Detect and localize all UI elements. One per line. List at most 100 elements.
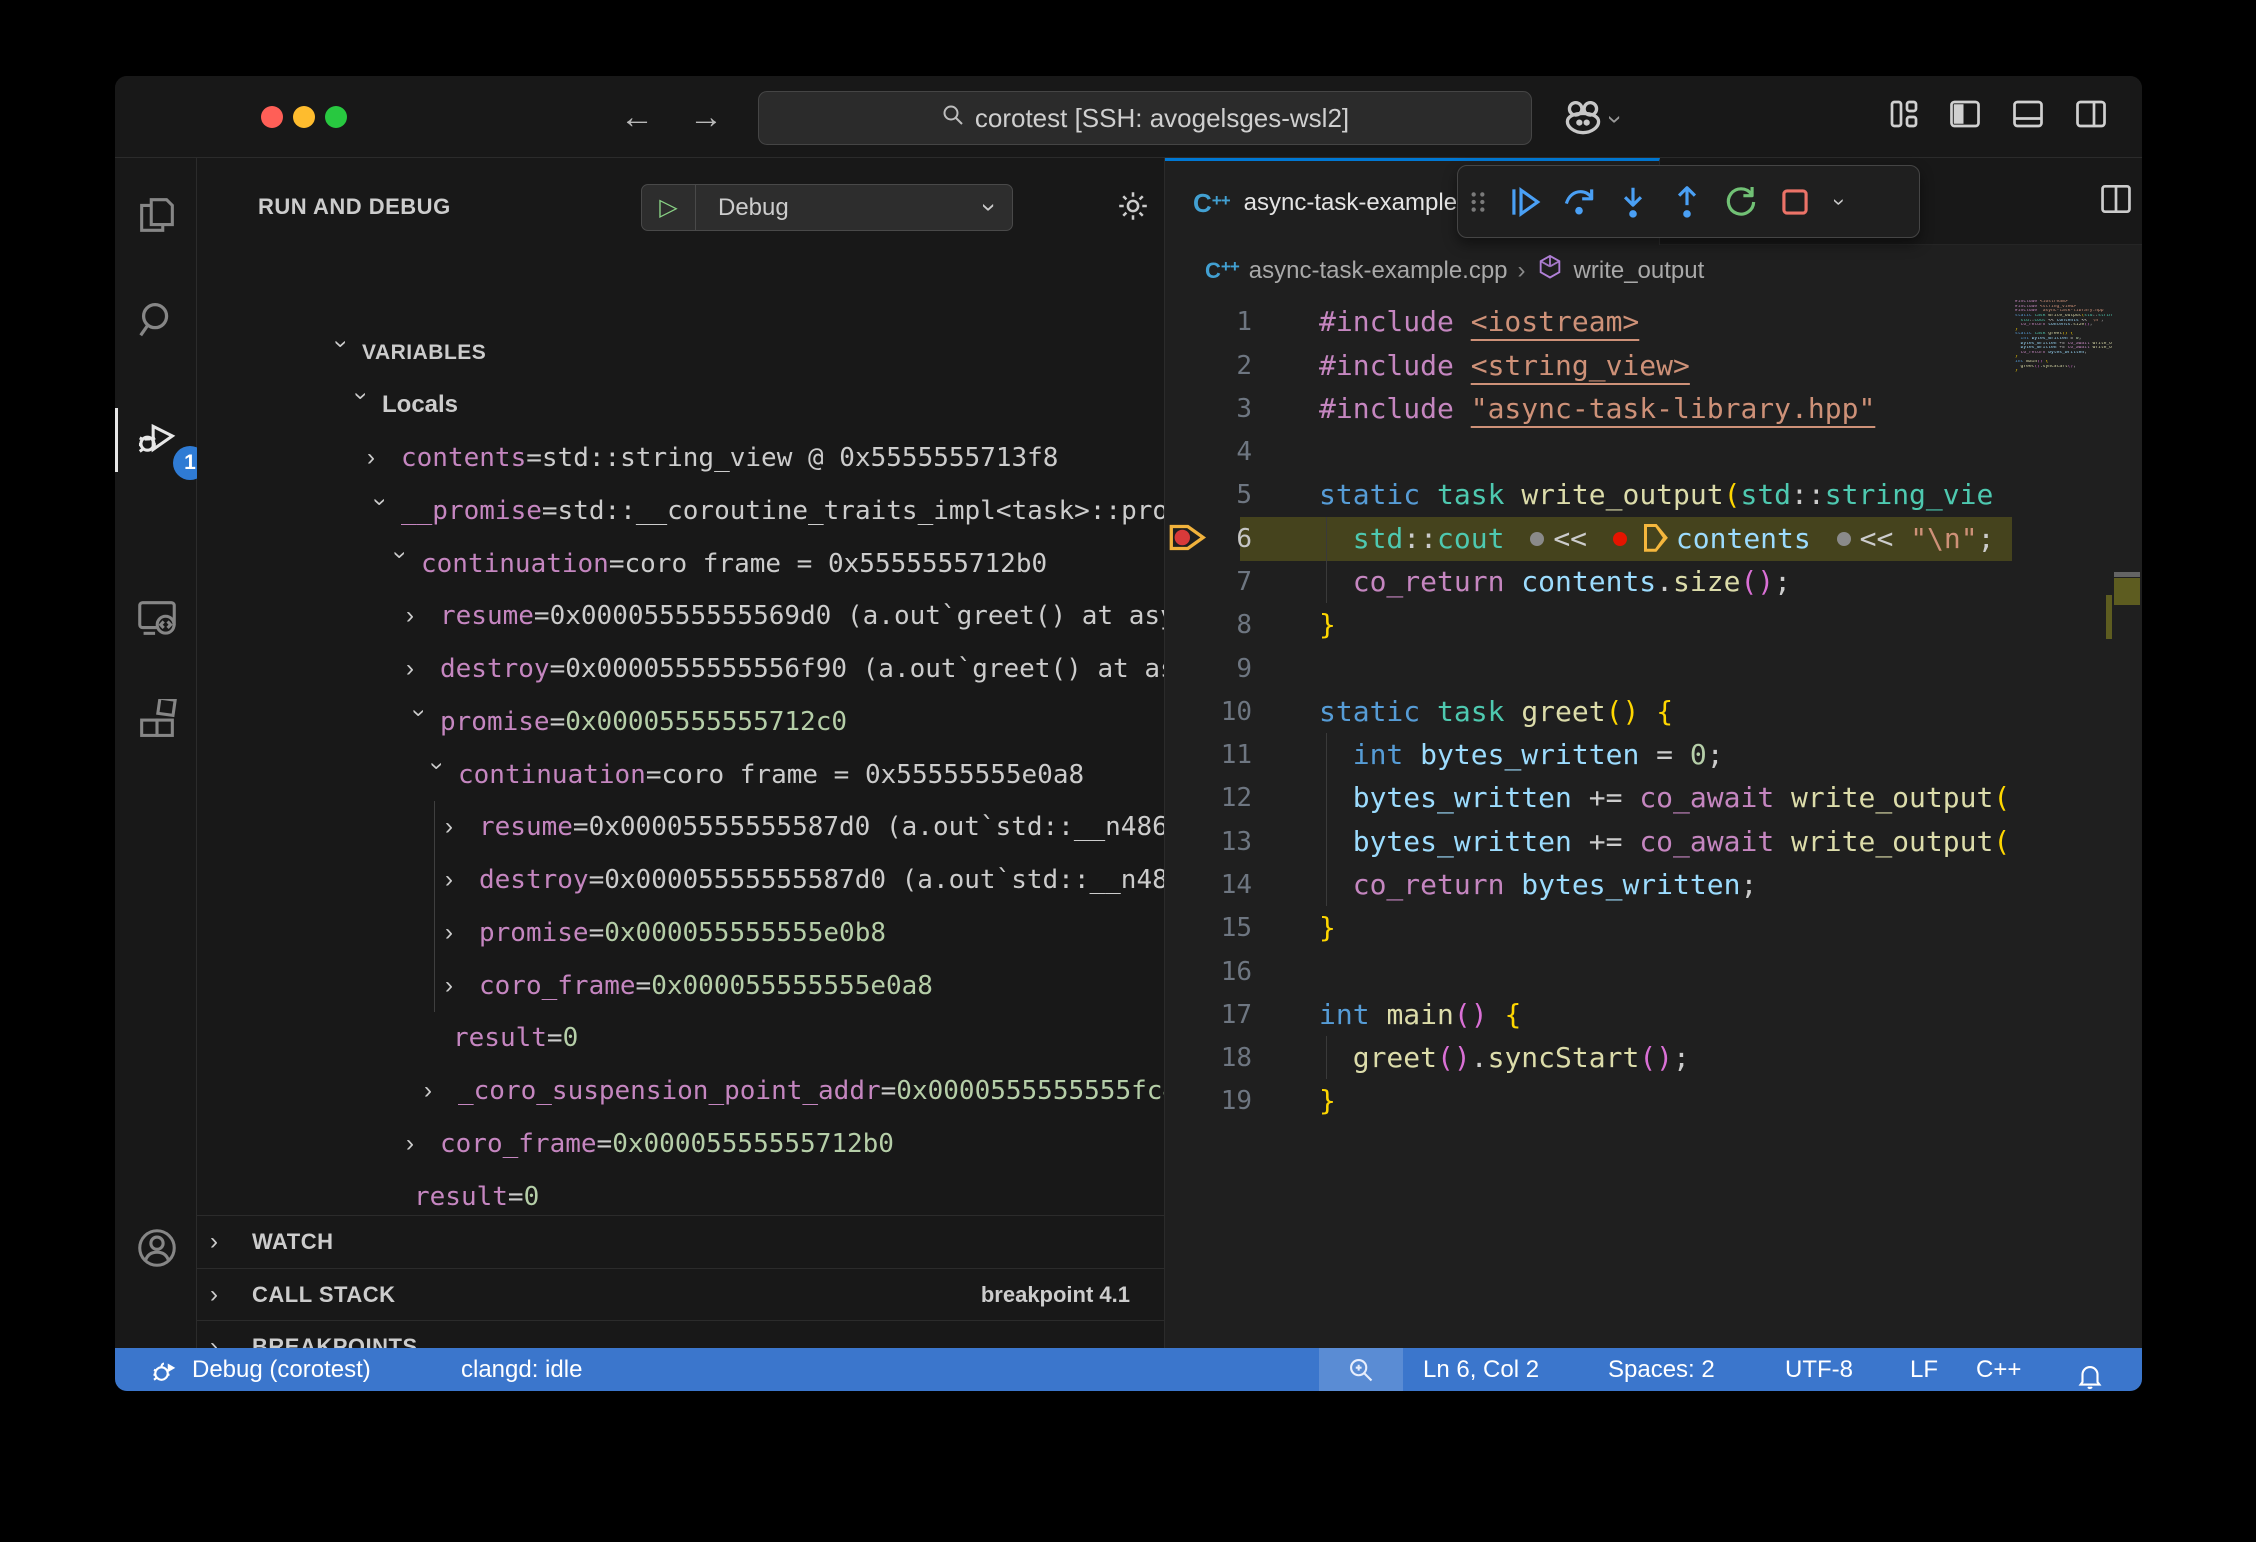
tree-section-locals[interactable]: ›Locals [348, 379, 458, 432]
code-line[interactable]: } [1319, 603, 2012, 647]
line-number[interactable]: 9 [1175, 647, 1252, 691]
variable-row[interactable]: ›continuation = coro frame = 0x55555555e… [424, 748, 1084, 801]
code-line[interactable]: } [1319, 1079, 2012, 1123]
minimize-window-button[interactable] [293, 106, 315, 128]
variable-row[interactable]: ›coro_frame = 0x000055555555e0a8 [445, 959, 933, 1012]
code-line[interactable]: static task write_output(std::string_vie [1319, 473, 2012, 517]
split-editor-icon[interactable] [2097, 180, 2135, 223]
line-number[interactable]: 16 [1175, 950, 1252, 994]
close-window-button[interactable] [261, 106, 283, 128]
toolbar-more-chevron-icon[interactable]: › [1822, 175, 1858, 229]
status-eol[interactable]: LF [1910, 1348, 1938, 1391]
search-icon[interactable] [134, 297, 180, 343]
navigate-forward-button[interactable]: → [689, 98, 723, 137]
line-number[interactable]: 2 [1175, 344, 1252, 388]
code-line[interactable]: bytes_written += co_await write_output(c… [1319, 820, 2012, 864]
explorer-icon[interactable] [134, 192, 180, 238]
line-number[interactable]: 14 [1175, 863, 1252, 907]
line-number[interactable]: 17 [1175, 993, 1252, 1037]
restart-icon[interactable] [1714, 175, 1768, 229]
toggle-panel-icon[interactable] [2010, 96, 2046, 137]
code-line[interactable] [1319, 950, 2012, 994]
navigate-back-button[interactable]: ← [620, 98, 654, 137]
status-line-col[interactable]: Ln 6, Col 2 [1423, 1348, 1539, 1391]
section-breakpoints[interactable]: ›BREAKPOINTS [197, 1320, 1164, 1348]
clangd-status[interactable]: clangd: idle [461, 1348, 582, 1391]
line-number[interactable]: 13 [1175, 820, 1252, 864]
accounts-icon[interactable] [134, 1225, 180, 1271]
code-line[interactable]: std::cout << contents << "\n"; [1319, 517, 2012, 561]
toggle-primary-sidebar-icon[interactable] [1947, 96, 1983, 137]
code-line[interactable]: co_return bytes_written; [1319, 863, 2012, 907]
line-number[interactable]: 10 [1175, 690, 1252, 734]
step-out-icon[interactable] [1660, 175, 1714, 229]
toggle-secondary-sidebar-icon[interactable] [2073, 96, 2109, 137]
remote-explorer-icon[interactable] [134, 595, 180, 641]
variable-row[interactable]: ›resume = 0x00005555555569d0 (a.out`gree… [406, 590, 1165, 643]
start-debug-icon[interactable]: ▷ [642, 185, 696, 230]
debug-status-label[interactable]: Debug (corotest) [192, 1348, 371, 1391]
line-number[interactable]: 15 [1175, 906, 1252, 950]
extensions-icon[interactable] [134, 699, 180, 745]
code-line[interactable]: co_return contents.size(); [1319, 560, 2012, 604]
code-line[interactable]: greet().syncStart(); [1319, 1036, 2012, 1080]
zoom-status-cell[interactable] [1319, 1348, 1403, 1391]
command-center-search[interactable]: corotest [SSH: avogelsges-wsl2] [758, 91, 1532, 145]
editor-more-actions-icon[interactable]: ··· [2141, 182, 2142, 216]
line-number[interactable]: 19 [1175, 1079, 1252, 1123]
notifications-bell-icon[interactable] [2075, 1354, 2105, 1391]
tree-section-variables[interactable]: ›VARIABLES [328, 326, 486, 379]
variable-row[interactable]: result = 0 [445, 1012, 578, 1065]
variable-row[interactable]: ›promise = 0x00005555555712c0 [406, 695, 847, 748]
variable-row[interactable]: ›coro_frame = 0x00005555555712b0 [406, 1117, 894, 1170]
stop-icon[interactable] [1768, 175, 1822, 229]
code-line[interactable]: #include <iostream> [1319, 300, 2012, 344]
variable-row[interactable]: ›continuation = coro frame = 0x555555571… [387, 537, 1047, 590]
line-number[interactable]: 3 [1175, 387, 1252, 431]
line-number[interactable]: 5 [1175, 473, 1252, 517]
customize-layout-icon[interactable] [1886, 96, 1922, 137]
overview-ruler[interactable] [2112, 296, 2142, 1348]
code-line[interactable] [1319, 430, 2012, 474]
configure-gear-icon[interactable] [1115, 188, 1151, 229]
continue-icon[interactable] [1498, 175, 1552, 229]
code-line[interactable]: int bytes_written = 0; [1319, 733, 2012, 777]
variable-row[interactable]: ›contents = std::string_view @ 0x5555555… [367, 432, 1058, 485]
breadcrumb-symbol[interactable]: write_output [1574, 257, 1705, 285]
code-line[interactable]: } [1319, 906, 2012, 950]
zoom-window-button[interactable] [325, 106, 347, 128]
section-watch[interactable]: ›WATCH [197, 1215, 1164, 1268]
status-encoding[interactable]: UTF-8 [1785, 1348, 1853, 1391]
variable-row[interactable]: ›__promise = std::__coroutine_traits_imp… [367, 484, 1165, 537]
breadcrumb-file[interactable]: async-task-example.cpp [1249, 257, 1508, 285]
variable-row[interactable]: ›destroy = 0x00005555555587d0 (a.out`std… [445, 854, 1165, 907]
run-and-debug-icon[interactable] [134, 413, 180, 459]
line-number[interactable]: 1 [1175, 300, 1252, 344]
code-line[interactable]: #include "async-task-library.hpp" [1319, 387, 2012, 431]
line-number[interactable]: 7 [1175, 560, 1252, 604]
code-line[interactable]: bytes_written += co_await write_output(c… [1319, 776, 2012, 820]
toolbar-drag-grip[interactable] [1458, 175, 1498, 229]
line-number[interactable]: 6 [1175, 517, 1252, 561]
code-line[interactable] [1319, 647, 2012, 691]
status-indentation[interactable]: Spaces: 2 [1608, 1348, 1715, 1391]
step-over-icon[interactable] [1552, 175, 1606, 229]
status-language[interactable]: C++ [1976, 1348, 2021, 1391]
minimap[interactable]: #include <iostream>#include <string_view… [2015, 296, 2112, 1348]
code-editor[interactable]: 1 #include <iostream> 2 #include <string_vi… [1165, 296, 2142, 1348]
line-number[interactable]: 11 [1175, 733, 1252, 777]
line-number[interactable]: 12 [1175, 776, 1252, 820]
section-call-stack[interactable]: ›CALL STACKbreakpoint 4.1 [197, 1268, 1164, 1321]
line-number[interactable]: 4 [1175, 430, 1252, 474]
profile-avatar-icon[interactable] [1561, 96, 1605, 145]
launch-config-dropdown[interactable]: ▷ Debug › [641, 184, 1013, 231]
step-into-icon[interactable] [1606, 175, 1660, 229]
line-number[interactable]: 18 [1175, 1036, 1252, 1080]
variable-row[interactable]: ›destroy = 0x0000555555556f90 (a.out`gre… [406, 643, 1165, 696]
line-number[interactable]: 8 [1175, 603, 1252, 647]
variable-row[interactable]: ›_coro_suspension_point_addr = 0x0000555… [424, 1065, 1165, 1118]
variable-row[interactable]: ›promise = 0x000055555555e0b8 [445, 906, 886, 959]
variable-row[interactable]: ›resume = 0x00005555555587d0 (a.out`std:… [445, 801, 1165, 854]
code-line[interactable]: int main() { [1319, 993, 2012, 1037]
code-line[interactable]: #include <string_view> [1319, 344, 2012, 388]
